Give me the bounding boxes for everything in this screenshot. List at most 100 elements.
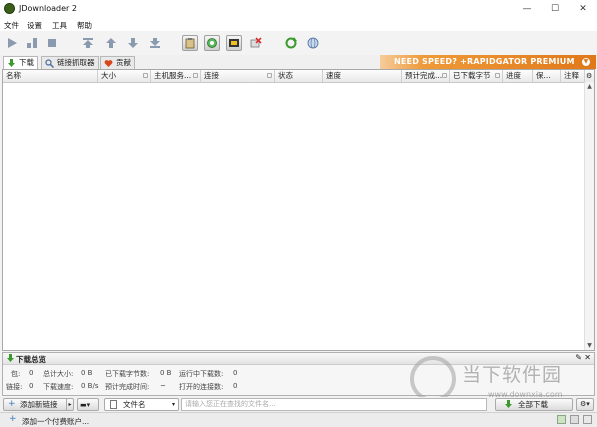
download-icon [8,59,15,67]
tray-extra-icon[interactable] [583,415,592,424]
menu-tools[interactable]: 工具 [52,20,67,31]
download-icon [505,400,512,408]
move-down-button[interactable] [125,35,141,51]
add-premium-account-link[interactable]: 添加一个付费账户... [22,416,89,427]
tab-downloads[interactable]: 下载 [3,56,38,70]
move-top-icon [83,38,93,48]
add-links-label: 添加新链接 [20,400,58,409]
stop-icon [48,39,56,47]
tab-downloads-label: 下载 [19,58,34,67]
menu-help[interactable]: 帮助 [77,20,92,31]
scroll-up-arrow-icon[interactable]: ▲ [586,83,593,90]
total-size-value: 0 B [81,369,93,377]
play-icon [8,38,17,48]
table-header: 名称 大小 主机服务... 连接 状态 速度 预计完成... 已下载字节 进度 … [3,70,594,83]
column-name[interactable]: 名称 [3,70,98,82]
premium-toggle-button[interactable] [226,35,242,51]
lock-icon [442,73,447,78]
column-status[interactable]: 状态 [275,70,323,82]
heart-icon [104,60,113,67]
auto-reconnect-button[interactable] [204,35,220,51]
chevron-down-icon: ▼ [582,58,590,66]
tab-linkgrabber-label: 链接抓取器 [57,58,95,67]
add-icon: + [8,399,16,409]
scroll-down-arrow-icon[interactable]: ▼ [586,342,593,349]
move-to-top-button[interactable] [80,35,96,51]
delete-menu-button[interactable]: ▬▾ [77,398,99,411]
eta-value: ~ [160,382,166,390]
linkgrabber-icon [45,59,54,68]
trash-icon: ▬▾ [80,401,91,409]
add-links-dropdown-button[interactable]: ▸ [66,398,74,411]
silent-mode-button[interactable] [248,35,264,51]
running-downloads-label: 运行中下载数: [179,370,224,378]
download-speed-label: 下载速度: [43,383,74,391]
update-button[interactable] [283,35,299,51]
maximize-button[interactable]: ☐ [541,0,569,18]
add-account-icon: + [9,414,17,424]
packages-value: 0 [29,369,34,377]
pause-icon [27,38,37,48]
column-speed[interactable]: 速度 [323,70,402,82]
overview-header: 下载总览 ✎ ✕ [3,353,594,365]
menu-settings[interactable]: 设置 [27,20,42,31]
clipboard-monitor-button[interactable] [182,35,198,51]
move-up-button[interactable] [103,35,119,51]
start-all-label: 全部下载 [518,400,548,409]
column-downloaded-bytes[interactable]: 已下载字节 [450,70,503,82]
open-connections-label: 打开的连接数: [179,383,224,391]
add-links-button[interactable]: + 添加新链接 [3,398,73,411]
search-input[interactable]: 请输入您正在查找的文件名... [181,398,487,411]
menu-file[interactable]: 文件 [4,20,19,31]
column-connections[interactable]: 连接 [201,70,275,82]
column-save-to[interactable]: 保... [533,70,561,82]
column-hoster[interactable]: 主机服务... [151,70,201,82]
toolbar [0,31,597,56]
start-downloads-button[interactable] [4,35,20,51]
vertical-scrollbar[interactable]: ▲ ▼ [584,82,594,350]
column-eta[interactable]: 预计完成... [402,70,450,82]
start-all-downloads-button[interactable]: 全部下载 [495,398,573,411]
menu-bar: 文件 设置 工具 帮助 [0,18,597,31]
silent-mode-icon [250,37,262,48]
lock-icon [193,73,198,78]
tray-status-icon[interactable] [557,415,566,424]
stop-downloads-button[interactable] [44,35,60,51]
clipboard-icon [185,38,195,49]
column-comment[interactable]: 注释 [561,70,585,82]
window-title: JDownloader 2 [19,4,77,13]
pause-downloads-button[interactable] [24,35,40,51]
close-panel-icon[interactable]: ✕ [584,353,591,362]
minimize-button[interactable]: — [513,0,541,18]
eta-label: 预计完成时间: [105,383,150,391]
reconnect-icon [207,38,217,48]
arrow-up-icon [106,38,116,48]
reconnect-globe-button[interactable] [305,35,321,51]
close-button[interactable]: ✕ [569,0,597,18]
tab-linkgrabber[interactable]: 链接抓取器 [41,56,99,69]
lock-icon [143,73,148,78]
filter-label: 文件名 [123,400,146,409]
lock-icon [495,73,500,78]
links-label: 链接: [6,383,23,391]
search-filter-select[interactable]: 文件名 ▾ [104,398,179,411]
premium-icon [229,39,239,47]
quick-settings-button[interactable]: ⚙▾ [576,398,594,411]
chevron-down-icon: ▾ [171,401,175,408]
links-value: 0 [29,382,34,390]
column-settings-icon[interactable]: ⚙ [585,70,594,82]
move-to-bottom-button[interactable] [147,35,163,51]
download-icon [7,354,14,362]
tab-contribute[interactable]: 贡献 [100,56,135,69]
loaded-bytes-value: 0 B [160,369,172,377]
loaded-bytes-label: 已下载字节数: [105,370,150,378]
column-progress[interactable]: 进度 [503,70,533,82]
tray-accounts-icon[interactable] [570,415,579,424]
arrow-down-icon [128,38,138,48]
premium-promo-banner[interactable]: NEED SPEED? +RAPIDGATOR PREMIUM ▼ [380,55,596,69]
download-overview-panel: 下载总览 ✎ ✕ 包: 0 总计大小: 0 B 已下载字节数: 0 B 运行中下… [2,352,595,396]
wrench-icon[interactable]: ✎ [575,353,582,362]
column-size[interactable]: 大小 [98,70,151,82]
download-table: 名称 大小 主机服务... 连接 状态 速度 预计完成... 已下载字节 进度 … [2,69,595,351]
refresh-icon [285,37,297,49]
